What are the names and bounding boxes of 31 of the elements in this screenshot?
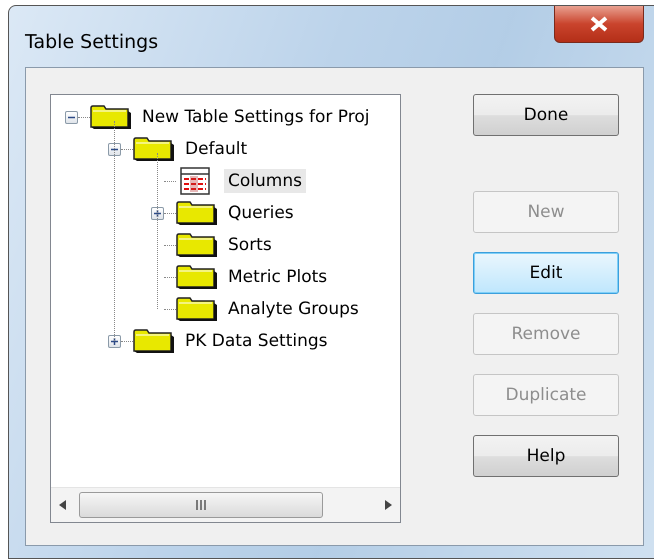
tree-item[interactable]: Columns	[224, 169, 306, 193]
expand-toggle[interactable]	[108, 334, 121, 348]
tree-item[interactable]: Metric Plots	[224, 265, 332, 289]
dialog-button[interactable]: Edit	[473, 252, 619, 294]
folder-icon	[133, 329, 175, 353]
tree-item[interactable]: New Table Settings for Proj	[138, 105, 374, 129]
close-button[interactable]	[554, 6, 644, 43]
tree-item[interactable]: Sorts	[224, 233, 276, 257]
plus-icon	[153, 208, 162, 218]
scroll-right-icon[interactable]	[384, 500, 392, 510]
folder-icon	[133, 137, 175, 161]
folder-icon	[176, 201, 218, 225]
tree-item[interactable]: Analyte Groups	[224, 297, 363, 321]
close-icon	[589, 16, 609, 32]
folder-icon	[176, 265, 218, 289]
collapse-toggle[interactable]	[108, 142, 121, 156]
tree-item[interactable]: PK Data Settings	[181, 329, 332, 353]
plus-icon	[110, 336, 119, 346]
folder-icon	[90, 105, 132, 129]
tree-item[interactable]: Default	[181, 137, 252, 161]
tree-item[interactable]: Queries	[224, 201, 298, 225]
dialog-button[interactable]: Done	[473, 94, 619, 136]
collapse-toggle[interactable]	[65, 110, 78, 124]
dialog-button[interactable]: Help	[473, 435, 619, 477]
window-title: Table Settings	[25, 31, 158, 53]
scroll-left-icon[interactable]	[59, 500, 67, 510]
expand-toggle[interactable]	[151, 206, 164, 220]
folder-icon	[176, 297, 218, 321]
folder-icon	[176, 233, 218, 257]
scroll-thumb[interactable]	[79, 492, 323, 518]
horizontal-scrollbar[interactable]	[51, 487, 400, 522]
